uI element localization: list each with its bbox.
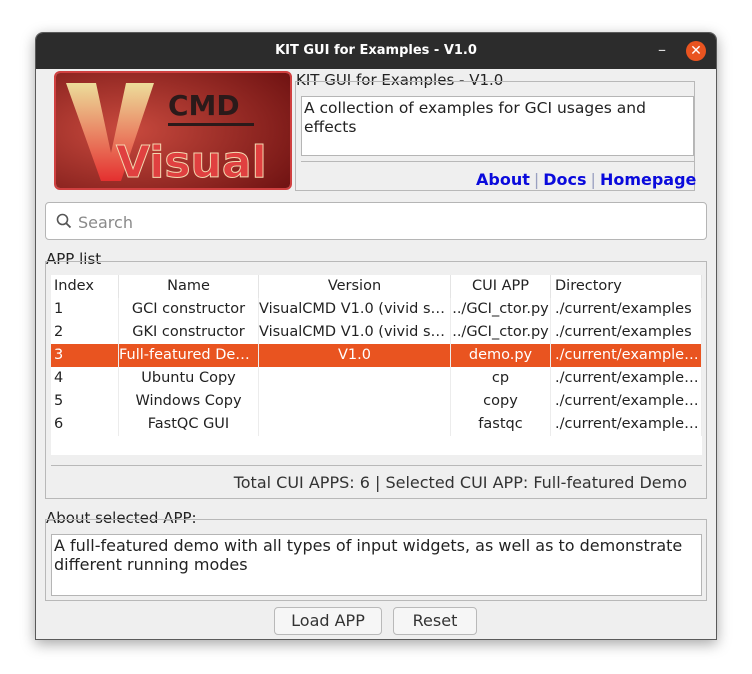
about-link[interactable]: About	[476, 170, 530, 189]
cell-name: Windows Copy	[119, 390, 259, 413]
link-separator: |	[590, 170, 596, 189]
about-app-text: A full-featured demo with all types of i…	[51, 534, 702, 596]
table-row[interactable]: 5 Windows Copy copy ./current/examples..…	[51, 390, 702, 413]
table-scrollbar-track[interactable]	[51, 465, 702, 466]
docs-link[interactable]: Docs	[543, 170, 586, 189]
search-icon	[56, 213, 72, 229]
cell-cui-app: ../GCI_ctor.py	[451, 298, 551, 321]
cell-directory: ./current/examples	[551, 298, 702, 321]
table-row[interactable]: 1 GCI constructor VisualCMD V1.0 (vivid …	[51, 298, 702, 321]
cell-directory: ./current/examples...	[551, 413, 702, 436]
search-input[interactable]	[76, 210, 680, 234]
link-separator: |	[533, 170, 540, 189]
reset-button[interactable]: Reset	[393, 607, 477, 635]
cell-name: FastQC GUI	[119, 413, 259, 436]
cell-name: GKI constructor	[119, 321, 259, 344]
cell-name: Ubuntu Copy	[119, 367, 259, 390]
app-description: A collection of examples for GCI usages …	[301, 96, 694, 156]
table-row[interactable]: 2 GKI constructor VisualCMD V1.0 (vivid …	[51, 321, 702, 344]
table-row[interactable]: 6 FastQC GUI fastqc ./current/examples..…	[51, 413, 702, 436]
close-button[interactable]: ✕	[686, 41, 706, 61]
visualcmd-logo: CMD Visual	[54, 71, 292, 190]
cell-cui-app: cp	[451, 367, 551, 390]
logo-text-visual: Visual	[116, 137, 267, 188]
cell-cui-app: copy	[451, 390, 551, 413]
app-window: KIT GUI for Examples - V1.0 – ✕ CMD Visu…	[35, 32, 717, 640]
homepage-link[interactable]: Homepage	[600, 170, 696, 189]
cell-index: 4	[51, 367, 119, 390]
cell-cui-app: demo.py	[451, 344, 551, 367]
cell-version	[259, 413, 451, 436]
cell-directory: ./current/examples	[551, 321, 702, 344]
column-header-name[interactable]: Name	[119, 275, 259, 298]
table-row[interactable]: 4 Ubuntu Copy cp ./current/examples...	[51, 367, 702, 390]
cell-index: 5	[51, 390, 119, 413]
column-header-index[interactable]: Index	[51, 275, 119, 298]
cell-name: Full-featured Demo	[119, 344, 259, 367]
cell-index: 6	[51, 413, 119, 436]
cell-directory: ./current/examples...	[551, 344, 702, 367]
table-header: Index Name Version CUI APP Directory	[51, 275, 702, 298]
cell-version: V1.0	[259, 344, 451, 367]
cell-version	[259, 367, 451, 390]
app-table: Index Name Version CUI APP Directory 1 G…	[51, 275, 702, 455]
app-list-status: Total CUI APPS: 6 | Selected CUI APP: Fu…	[233, 473, 687, 492]
info-divider	[301, 161, 694, 162]
logo-image: CMD Visual	[56, 73, 290, 188]
column-header-version[interactable]: Version	[259, 275, 451, 298]
cell-cui-app: fastqc	[451, 413, 551, 436]
close-icon: ✕	[690, 43, 702, 59]
cell-version	[259, 390, 451, 413]
search-bar[interactable]	[45, 202, 707, 240]
cell-directory: ./current/examples...	[551, 390, 702, 413]
window-title: KIT GUI for Examples - V1.0	[275, 43, 477, 58]
cell-index: 2	[51, 321, 119, 344]
cell-cui-app: ../GCI_ctor.py	[451, 321, 551, 344]
info-links: About | Docs | Homepage	[476, 170, 696, 189]
column-header-cui-app[interactable]: CUI APP	[451, 275, 551, 298]
cell-version: VisualCMD V1.0 (vivid shell)	[259, 321, 451, 344]
minimize-icon: –	[658, 40, 666, 59]
cell-index: 1	[51, 298, 119, 321]
cell-index: 3	[51, 344, 119, 367]
cell-name: GCI constructor	[119, 298, 259, 321]
table-row-selected[interactable]: 3 Full-featured Demo V1.0 demo.py ./curr…	[51, 344, 702, 367]
cell-version: VisualCMD V1.0 (vivid shell)	[259, 298, 451, 321]
logo-text-cmd: CMD	[168, 89, 240, 122]
column-header-directory[interactable]: Directory	[551, 275, 702, 298]
minimize-button[interactable]: –	[652, 41, 672, 61]
title-bar[interactable]: KIT GUI for Examples - V1.0 – ✕	[36, 33, 716, 69]
cell-directory: ./current/examples...	[551, 367, 702, 390]
load-app-button[interactable]: Load APP	[274, 607, 382, 635]
